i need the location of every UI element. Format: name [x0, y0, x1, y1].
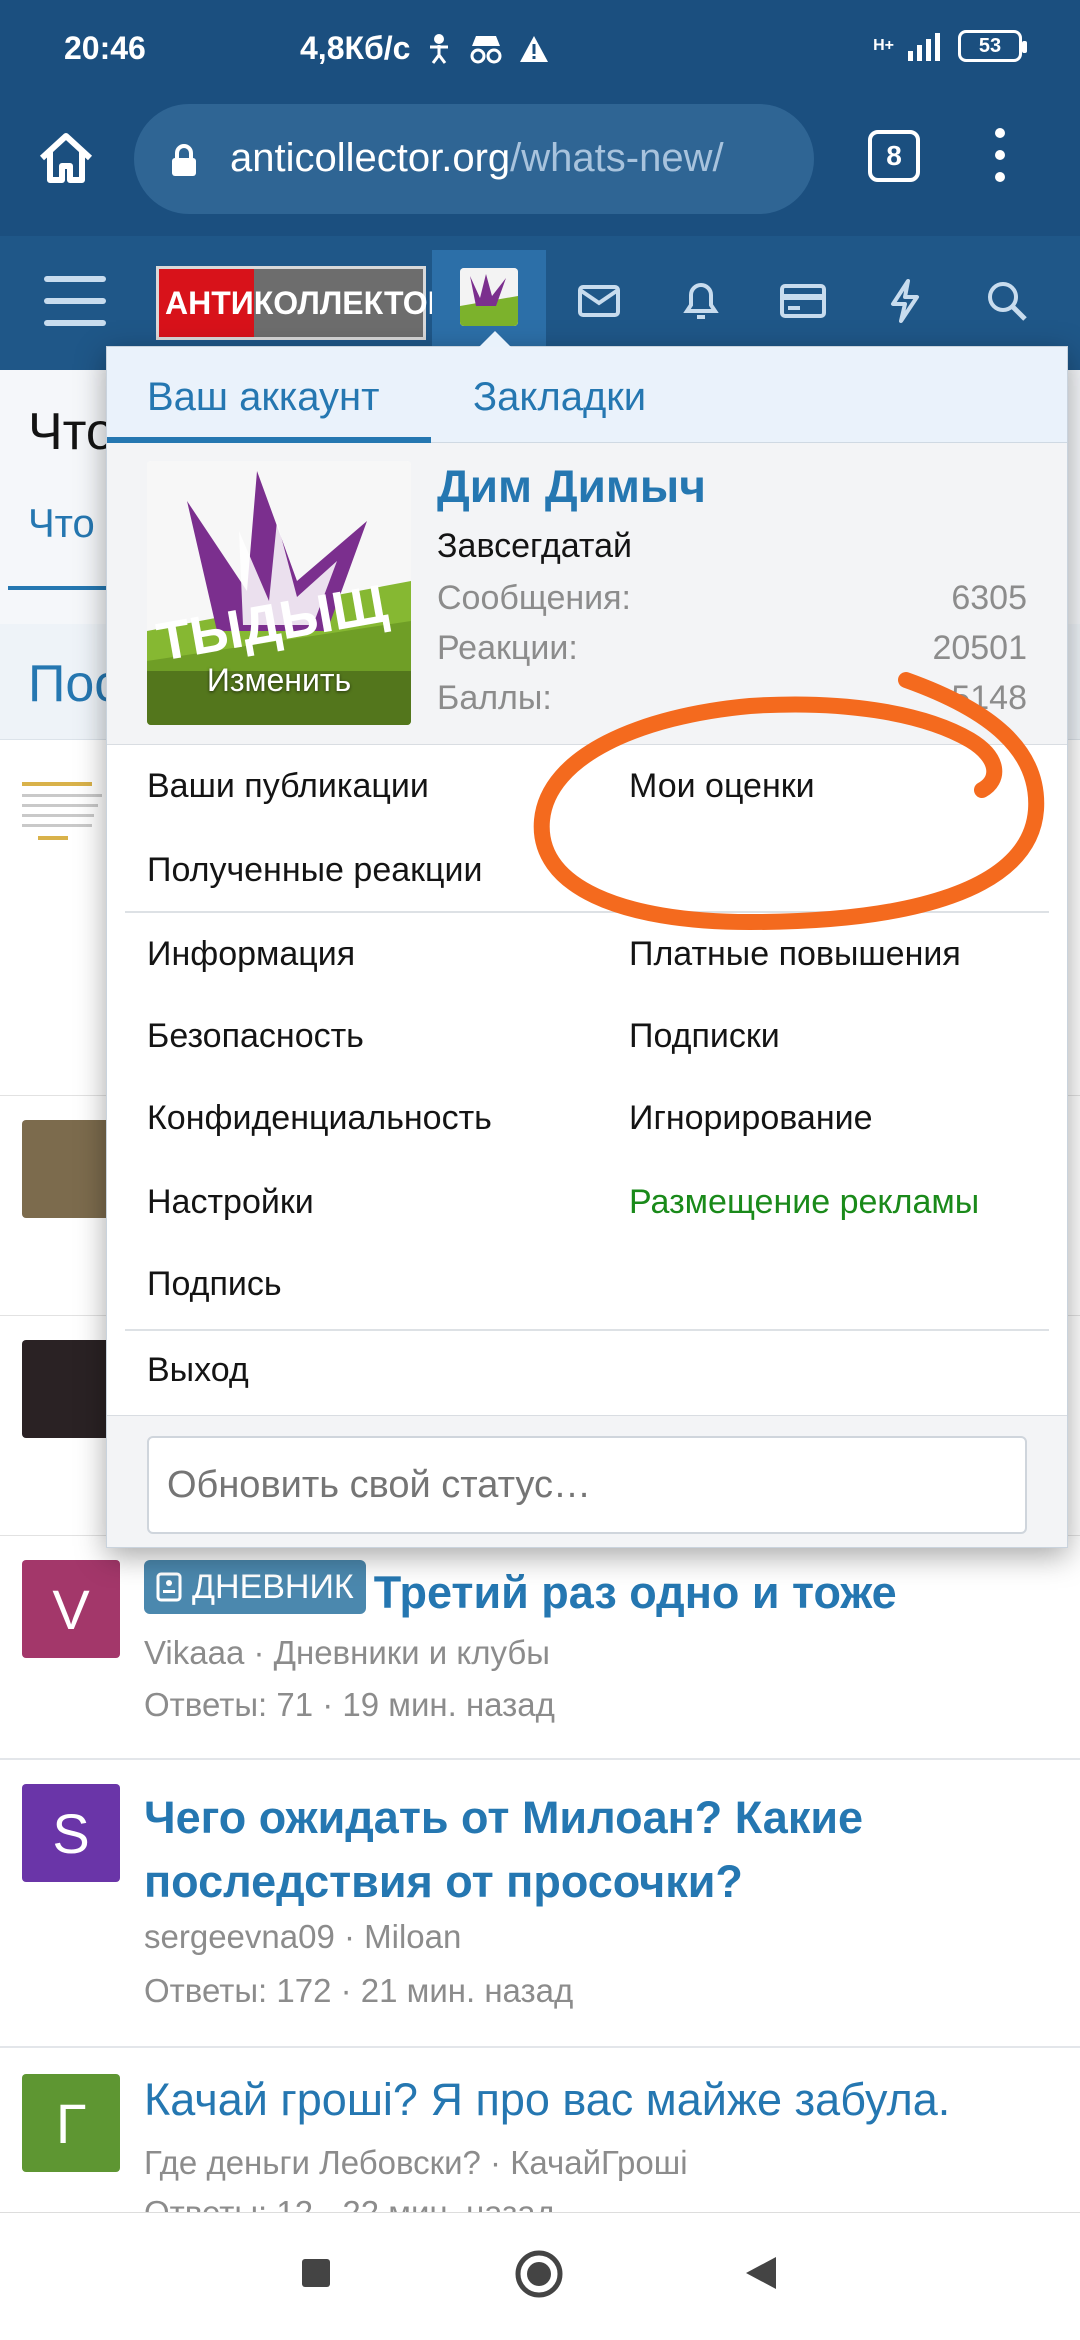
thread-title[interactable]: Чего ожидать от Милоан? Какие последстви… — [144, 1786, 1050, 1914]
clock: 20:46 — [64, 30, 146, 66]
link-privacy[interactable]: Конфиденциальность — [147, 1099, 492, 1138]
notebook-icon — [156, 1572, 182, 1602]
divider — [125, 1329, 1049, 1331]
thread-title-text: Третий раз одно и тоже — [373, 1567, 897, 1618]
battery-icon: 53 — [958, 30, 1027, 62]
list-item[interactable]: S Чего ожидать от Милоан? Какие последст… — [0, 1760, 1080, 2048]
url-text: anticollector.org/whats-new/ — [230, 136, 724, 181]
stat-reactions[interactable]: Реакции: 20501 — [437, 629, 1027, 668]
divider — [125, 911, 1049, 913]
link-advertising[interactable]: Размещение рекламы — [629, 1183, 979, 1222]
thread-stats: Ответы: 71 · 19 мин. назад — [144, 1686, 555, 1723]
status-icons: 4,8Кб/с — [300, 30, 550, 67]
back-icon[interactable] — [744, 2255, 778, 2291]
home-icon[interactable] — [34, 126, 98, 190]
network-speed: 4,8Кб/с — [300, 30, 411, 66]
lock-icon — [172, 144, 196, 176]
mail-icon[interactable] — [570, 272, 628, 330]
search-icon[interactable] — [978, 272, 1036, 330]
stat-value: 5148 — [951, 679, 1027, 717]
site-logo[interactable]: АНТИ КОЛЛЕКТОР — [156, 266, 449, 340]
logo-part-red: АНТИ — [159, 269, 254, 337]
menu-icon[interactable] — [44, 276, 106, 326]
avatar: Г — [22, 2074, 120, 2172]
link-paid-upgrades[interactable]: Платные повышения — [629, 935, 961, 974]
link-your-posts[interactable]: Ваши публикации — [147, 767, 429, 806]
tab-whats-new[interactable]: Что — [28, 502, 95, 547]
card-icon[interactable] — [774, 272, 832, 330]
status-input[interactable] — [147, 1436, 1027, 1534]
link-security[interactable]: Безопасность — [147, 1017, 364, 1056]
status-update-area — [107, 1415, 1067, 1547]
accessibility-icon — [430, 33, 449, 64]
thread-stats: Ответы: 12 · 22 мин. назад — [144, 2194, 555, 2212]
link-information[interactable]: Информация — [147, 935, 355, 974]
avatar-thumbnail — [460, 268, 518, 326]
thread-image — [18, 774, 108, 864]
thread-title[interactable]: Качай гроші? Я про вас майже забула. — [144, 2068, 1050, 2132]
dropdown-tabs: Ваш аккаунт Закладки — [107, 347, 1067, 443]
url-host: anticollector.org — [230, 136, 511, 180]
stat-label: Реакции: — [437, 629, 578, 667]
thread-author[interactable]: Где деньги Лебовски? · КачайГроші — [144, 2144, 688, 2182]
browser-chrome: 20:46 4,8Кб/с H+ 53 anticollector.org/wh… — [0, 0, 1080, 236]
list-item[interactable]: V ДНЕВНИК Третий раз одно и тоже Vikaaa ·… — [0, 1536, 1080, 1760]
incognito-icon — [470, 35, 502, 63]
thread-title[interactable]: ДНЕВНИК Третий раз одно и тоже — [144, 1560, 1050, 1625]
recents-icon[interactable] — [300, 2257, 332, 2289]
status-right: H+ 53 — [873, 30, 1027, 62]
link-subscriptions[interactable]: Подписки — [629, 1017, 780, 1056]
link-signature[interactable]: Подпись — [147, 1265, 282, 1304]
stat-value: 6305 — [951, 579, 1027, 617]
badge-label: ДНЕВНИК — [192, 1568, 354, 1606]
signal-icon — [908, 33, 940, 61]
network-type: H+ — [873, 37, 894, 54]
dropdown-arrow — [479, 331, 511, 347]
user-title: Завсегдатай — [437, 527, 633, 565]
browser-menu-icon[interactable] — [990, 128, 1010, 188]
link-my-ratings[interactable]: Мои оценки — [629, 767, 815, 806]
tab-bookmarks[interactable]: Закладки — [473, 375, 646, 420]
thread-stats: Ответы: 172 · 21 мин. назад — [144, 1972, 574, 2009]
avatar: S — [22, 1784, 120, 1882]
link-logout[interactable]: Выход — [147, 1351, 249, 1390]
stat-messages[interactable]: Сообщения: 6305 — [437, 579, 1027, 618]
stat-points[interactable]: Баллы: 5148 — [437, 679, 1027, 718]
stat-value: 20501 — [932, 629, 1027, 667]
bell-icon[interactable] — [672, 272, 730, 330]
profile-summary: ТЫДЫЩ Изменить Дим Димыч Завсегдатай Соо… — [107, 443, 1067, 745]
thread-author[interactable]: sergeevna09 · Miloan — [144, 1918, 461, 1956]
browser-toolbar: anticollector.org/whats-new/ 8 — [0, 100, 1080, 236]
home-nav-icon[interactable] — [514, 2249, 564, 2299]
list-item[interactable]: Г Качай гроші? Я про вас майже забула. Г… — [0, 2048, 1080, 2212]
status-bar: 20:46 4,8Кб/с H+ 53 — [0, 0, 1080, 100]
stat-label: Баллы: — [437, 679, 552, 717]
link-received-reactions[interactable]: Полученные реакции — [147, 851, 482, 890]
tab-switcher-button[interactable]: 8 — [868, 130, 920, 182]
logo-part-grey: КОЛЛЕКТОР — [253, 284, 449, 321]
warning-icon — [520, 35, 549, 62]
profile-avatar[interactable]: ТЫДЫЩ Изменить — [147, 461, 411, 725]
avatar: V — [22, 1560, 120, 1658]
avatar-edit-label[interactable]: Изменить — [147, 662, 411, 699]
diary-badge: ДНЕВНИК — [144, 1560, 366, 1614]
lightning-icon[interactable] — [876, 272, 934, 330]
page-title: Что — [28, 403, 115, 461]
account-dropdown: Ваш аккаунт Закладки ТЫДЫЩ Изменить Дим … — [106, 331, 1068, 1548]
link-settings[interactable]: Настройки — [147, 1183, 314, 1222]
address-bar[interactable]: anticollector.org/whats-new/ — [134, 104, 814, 214]
tab-underline — [8, 586, 108, 590]
url-path: /whats-new/ — [510, 136, 724, 180]
username-link[interactable]: Дим Димыч — [437, 459, 706, 513]
link-ignoring[interactable]: Игнорирование — [629, 1099, 873, 1138]
thread-author[interactable]: Vikaaa · Дневники и клубы — [144, 1634, 550, 1672]
tab-your-account[interactable]: Ваш аккаунт — [147, 375, 379, 420]
nav-icons — [570, 272, 1036, 330]
stat-label: Сообщения: — [437, 579, 631, 617]
system-nav-bar — [0, 2212, 1080, 2340]
